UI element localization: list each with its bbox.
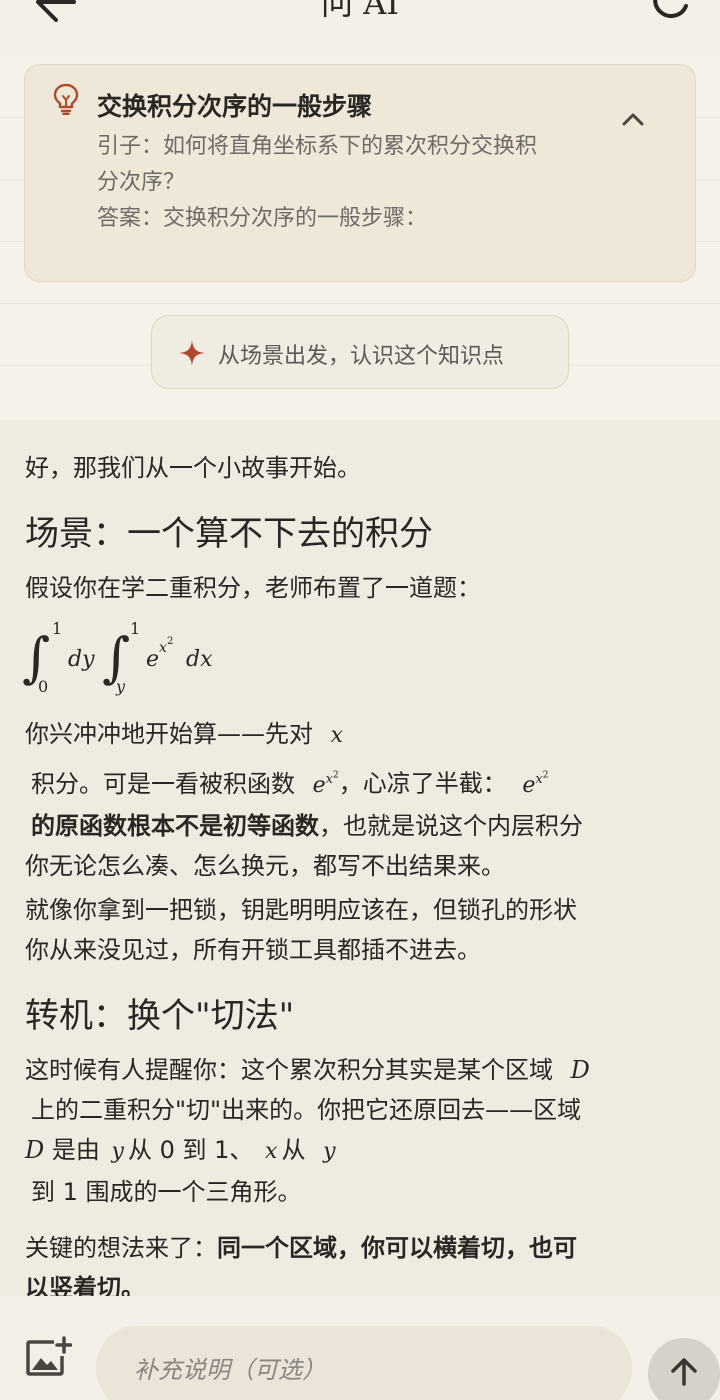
answer-paragraph-5: 关键的想法来了：同一个区域，你可以横着切，也可 以竖着切。 (25, 1228, 695, 1296)
answer-paragraph-2: 你兴冲冲地开始算——先对 x 积分。可是一看被积函数 ex2，心凉了半截： ex… (25, 714, 695, 886)
topic-intro-line1: 引子：如何将直角坐标系下的累次积分交换积 (97, 134, 538, 159)
chevron-up-icon[interactable] (621, 111, 645, 127)
math-var-D: D (570, 1056, 590, 1084)
inner-lower-limit: y (115, 677, 126, 696)
integrand-exp-pow: 2 (167, 636, 173, 647)
p4-line1: 这时候有人提醒你：这个累次积分其实是某个区域 D (25, 1056, 590, 1084)
outer-lower-limit: 0 (38, 677, 48, 696)
p2-line1: 你兴冲冲地开始算——先对 x (25, 720, 344, 748)
answer-paragraph-1: 假设你在学二重积分，老师布置了一道题： (25, 574, 481, 602)
p3-line1: 就像你拿到一把锁，钥匙明明应该在，但锁孔的形状 (25, 896, 577, 924)
p5-line1: 关键的想法来了：同一个区域，你可以横着切，也可 (25, 1234, 577, 1262)
inner-upper-limit: 1 (130, 619, 140, 638)
topic-title: 交换积分次序的一般步骤 (97, 92, 373, 121)
arrow-up-icon (671, 1358, 697, 1386)
p4-line2: 上的二重积分"切"出来的。你把它还原回去——区域 (31, 1096, 582, 1124)
topic-intro: 引子：如何将直角坐标系下的累次积分交换积 分次序？ (97, 129, 617, 201)
integral-formula: ∫ 1 0 dy ∫ 1 y e x 2 dx (22, 619, 213, 696)
math-var-D-2: D (25, 1136, 45, 1164)
inner-differential: dx (186, 647, 213, 672)
topic-card[interactable]: 交换积分次序的一般步骤 引子：如何将直角坐标系下的累次积分交换积 分次序？ 答案… (24, 64, 696, 282)
scene-button[interactable]: 从场景出发，认识这个知识点 (151, 315, 569, 389)
outer-upper-limit: 1 (52, 619, 62, 638)
topic-intro-line2: 分次序？ (97, 170, 186, 195)
sparkle-icon (179, 340, 205, 366)
math-var-y: y (111, 1139, 124, 1164)
lightbulb-icon (53, 83, 79, 115)
input-bar (0, 1296, 720, 1400)
header-bar: 问 AI (0, 0, 720, 56)
p2-line2: 积分。可是一看被积函数 ex2，心凉了半截： ex2 (31, 769, 549, 798)
p2-line3: 的原函数根本不是初等函数，也就是说这个内层积分 (31, 811, 583, 840)
p3-line2: 你从来没见过，所有开锁工具都插不进去。 (25, 936, 481, 964)
integrand-exp-base: x (159, 640, 167, 656)
bold-not-elementary: 的原函数根本不是初等函数 (31, 811, 319, 840)
p5-line2: 以竖着切。 (25, 1274, 145, 1296)
outer-differential: dy (68, 647, 95, 672)
supplement-input-box[interactable] (96, 1326, 632, 1400)
answer-paragraph-4: 这时候有人提醒你：这个累次积分其实是某个区域 D 上的二重积分"切"出来的。你把… (25, 1050, 695, 1212)
math-e-x2: ex2 (312, 771, 339, 798)
heading-turning-point: 转机：换个"切法" (25, 996, 295, 1036)
bold-key-idea: 同一个区域，你可以横着切，也可 (217, 1234, 577, 1262)
send-button[interactable] (648, 1338, 720, 1400)
p2-line4: 你无论怎么凑、怎么换元，都写不出结果来。 (25, 851, 505, 880)
p4-line3: D 是由 y从 0 到 1、 x从 y (25, 1136, 336, 1164)
scene-button-label: 从场景出发，认识这个知识点 (218, 344, 505, 369)
math-e-x2-second: ex2 (522, 771, 549, 798)
heading-scene: 场景：一个算不下去的积分 (25, 514, 433, 554)
page-title: 问 AI (321, 0, 399, 22)
add-image-icon[interactable] (24, 1336, 72, 1380)
math-var-y-2: y (323, 1139, 336, 1164)
topic-area: 交换积分次序的一般步骤 引子：如何将直角坐标系下的累次积分交换积 分次序？ 答案… (0, 56, 720, 420)
supplement-input[interactable] (134, 1350, 594, 1390)
p4-line4: 到 1 围成的一个三角形。 (31, 1178, 302, 1206)
answer-paragraph-3: 就像你拿到一把锁，钥匙明明应该在，但锁孔的形状 你从来没见过，所有开锁工具都插不… (25, 890, 695, 970)
answer-content: 好，那我们从一个小故事开始。 场景：一个算不下去的积分 假设你在学二重积分，老师… (0, 420, 720, 1296)
answer-opening: 好，那我们从一个小故事开始。 (25, 454, 361, 482)
topic-answer: 答案：交换积分次序的一般步骤： (97, 206, 428, 231)
math-var-x: x (330, 723, 344, 748)
math-var-x-2: x (265, 1139, 278, 1164)
integrand-base: e (146, 647, 159, 672)
refresh-icon[interactable] (652, 0, 692, 20)
